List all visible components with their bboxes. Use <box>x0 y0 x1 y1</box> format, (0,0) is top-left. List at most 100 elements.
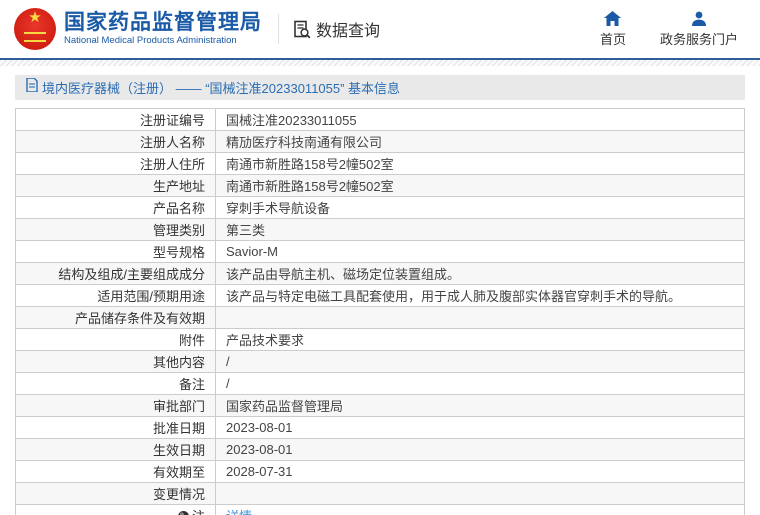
document-icon <box>26 77 42 97</box>
row-value: 穿刺手术导航设备 <box>226 201 331 216</box>
table-row: 管理类别 第三类 <box>15 218 745 241</box>
header: ★ 国家药品监督管理局 National Medical Products Ad… <box>0 0 760 58</box>
detail-link[interactable]: 详情 <box>226 509 252 515</box>
main-content: 境内医疗器械（注册） —— “国械注准20233011055” 基本信息 注册证… <box>15 75 745 515</box>
row-value-cell: Savior-M <box>215 240 745 263</box>
user-icon <box>691 11 707 26</box>
row-label: 管理类别 <box>152 223 205 238</box>
info-table-body: 注册证编号 国械注准20233011055 注册人名称 精劢医疗科技南通有限公司注册人… <box>15 108 745 515</box>
row-label-cell: 产品名称 <box>15 196 216 219</box>
row-value: 2028-07-31 <box>226 464 293 479</box>
row-value-cell: 该产品与特定电磁工具配套使用，用于成人肺及腹部实体器官穿刺手术的导航。 <box>215 284 745 307</box>
table-row: 审批部门 国家药品监督管理局 <box>15 394 745 417</box>
row-value: / <box>226 354 230 369</box>
row-label: 审批部门 <box>152 399 205 414</box>
breadcrumb: 境内医疗器械（注册） —— “国械注准20233011055” 基本信息 <box>15 75 745 100</box>
note-icon <box>177 511 189 515</box>
table-row: 变更情况 <box>15 482 745 505</box>
row-value-cell: 国械注准20233011055 <box>215 108 745 131</box>
row-label-cell: 注册人名称 <box>15 130 216 153</box>
row-label-cell: 变更情况 <box>15 482 216 505</box>
table-row: 附件 产品技术要求 <box>15 328 745 351</box>
info-table: 注册证编号 国械注准20233011055 注册人名称 精劢医疗科技南通有限公司注册人… <box>15 108 745 515</box>
row-value-cell: 国家药品监督管理局 <box>215 394 745 417</box>
row-label: 生产地址 <box>152 179 205 194</box>
nav-portal-label: 政务服务门户 <box>659 31 738 47</box>
row-value: 国械注准20233011055 <box>226 113 357 128</box>
row-value: 该产品由导航主机、磁场定位装置组成。 <box>226 267 461 282</box>
row-label: 附件 <box>178 333 205 348</box>
table-row: 结构及组成/主要组成成分 该产品由导航主机、磁场定位装置组成。 <box>15 262 745 285</box>
gate-icon <box>24 32 46 42</box>
table-row: 其他内容 / <box>15 350 745 373</box>
star-icon: ★ <box>28 9 42 26</box>
row-value: 精劢医疗科技南通有限公司 <box>226 135 383 150</box>
header-nav: 首页 政务服务门户 <box>599 10 738 48</box>
data-query-button[interactable]: 数据查询 <box>293 17 380 41</box>
table-row: 注册人住所 南通市新胜路158号2幢502室 <box>15 152 745 175</box>
row-label: 有效期至 <box>152 465 205 480</box>
table-row: 生产地址 南通市新胜路158号2幢502室 <box>15 174 745 197</box>
table-row: 型号规格 Savior-M <box>15 240 745 263</box>
header-divider <box>278 14 279 44</box>
row-value-cell: 南通市新胜路158号2幢502室 <box>215 152 745 175</box>
row-label: 其他内容 <box>152 355 205 370</box>
row-label: 生效日期 <box>152 443 205 458</box>
row-value-cell: 2028-07-31 <box>215 460 745 483</box>
org-name-en: National Medical Products Administration <box>64 35 237 46</box>
row-label-cell: 型号规格 <box>15 240 216 263</box>
row-value-cell: 该产品由导航主机、磁场定位装置组成。 <box>215 262 745 285</box>
row-value: 国家药品监督管理局 <box>226 399 344 414</box>
row-value-cell: / <box>215 372 745 395</box>
table-row: 有效期至 2028-07-31 <box>15 460 745 483</box>
row-label: 注册人住所 <box>139 157 205 172</box>
row-value-cell: 2023-08-01 <box>215 416 745 439</box>
header-hatch-rule <box>0 60 760 66</box>
document-search-icon <box>293 20 312 39</box>
row-label-cell: 备注 <box>15 372 216 395</box>
row-label: 产品储存条件及有效期 <box>74 311 205 326</box>
row-value: 2023-08-01 <box>226 420 293 435</box>
row-label-cell: 其他内容 <box>15 350 216 373</box>
row-label-cell: 批准日期 <box>15 416 216 439</box>
row-value: Savior-M <box>226 244 279 259</box>
row-value-cell: 第三类 <box>215 218 745 241</box>
row-value-cell <box>215 306 745 329</box>
row-label-cell: 附件 <box>15 328 216 351</box>
row-value: / <box>226 376 230 391</box>
row-label: 注册证编号 <box>139 113 205 128</box>
row-value: 南通市新胜路158号2幢502室 <box>226 157 394 172</box>
row-label: 适用范围/预期用途 <box>97 289 205 304</box>
row-label-cell: 注册人住所 <box>15 152 216 175</box>
table-row: 注册证编号 国械注准20233011055 <box>15 108 745 131</box>
nav-item-home[interactable]: 首页 <box>599 10 626 48</box>
table-row: 产品储存条件及有效期 <box>15 306 745 329</box>
row-label-cell: 结构及组成/主要组成成分 <box>15 262 216 285</box>
row-label-cell: 产品储存条件及有效期 <box>15 306 216 329</box>
row-label: 批准日期 <box>152 421 205 436</box>
nav-item-portal[interactable]: 政务服务门户 <box>660 11 738 48</box>
table-row: 批准日期 2023-08-01 <box>15 416 745 439</box>
row-value: 第三类 <box>226 223 266 238</box>
row-value-cell: 2023-08-01 <box>215 438 745 461</box>
row-value: 该产品与特定电磁工具配套使用，用于成人肺及腹部实体器官穿刺手术的导航。 <box>226 289 682 304</box>
table-row: 生效日期 2023-08-01 <box>15 438 745 461</box>
row-value-cell <box>215 482 745 505</box>
row-label: 结构及组成/主要组成成分 <box>58 267 205 282</box>
national-emblem-logo: ★ <box>14 8 56 50</box>
row-label: 注册人名称 <box>139 135 205 150</box>
table-row: 产品名称 穿刺手术导航设备 <box>15 196 745 219</box>
nav-home-label: 首页 <box>599 31 626 47</box>
row-label-cell: 审批部门 <box>15 394 216 417</box>
row-label: 备注 <box>178 377 205 392</box>
row-label-cell: 有效期至 <box>15 460 216 483</box>
row-value: 2023-08-01 <box>226 442 293 457</box>
row-label-cell: 生效日期 <box>15 438 216 461</box>
home-icon <box>604 10 622 26</box>
row-value-cell: 南通市新胜路158号2幢502室 <box>215 174 745 197</box>
row-label: 变更情况 <box>152 487 205 502</box>
row-value-cell: 精劢医疗科技南通有限公司 <box>215 130 745 153</box>
row-value-cell: / <box>215 350 745 373</box>
org-title-block: 国家药品监督管理局 National Medical Products Admi… <box>64 11 262 47</box>
row-label: 注 <box>192 509 205 515</box>
